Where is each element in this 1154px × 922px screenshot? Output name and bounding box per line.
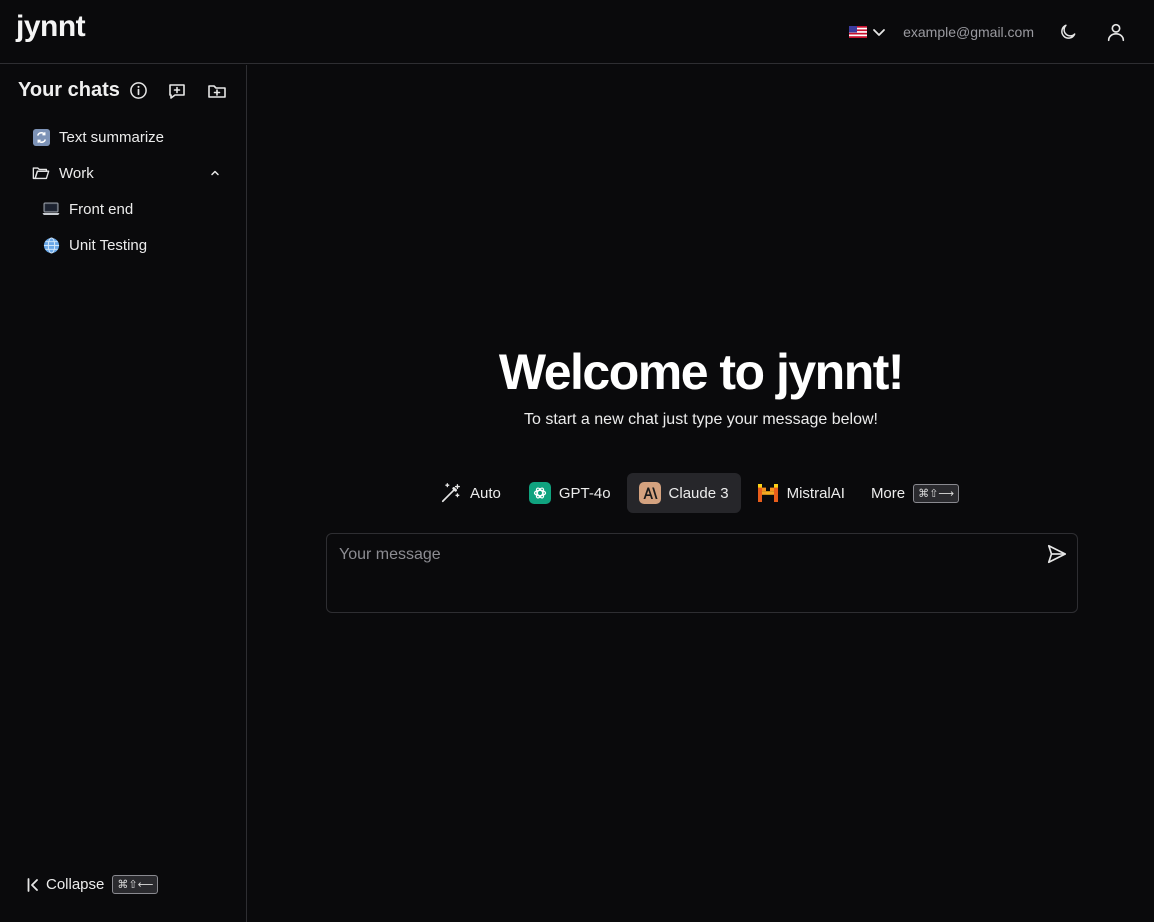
globe-emoji-icon (42, 236, 60, 254)
moon-icon (1061, 24, 1076, 39)
language-selector[interactable] (849, 24, 887, 40)
info-icon (130, 82, 148, 99)
collapse-shortcut-badge: ⌘⇧⟵ (112, 875, 159, 894)
user-profile-button[interactable] (1100, 16, 1132, 48)
openai-icon (528, 482, 551, 504)
new-chat-icon (169, 83, 185, 99)
chat-item-label: Text summarize (59, 128, 165, 146)
model-label: MistralAI (786, 484, 845, 502)
chevron-up-icon[interactable] (209, 167, 221, 179)
info-button[interactable] (128, 80, 150, 102)
new-chat-button[interactable] (166, 80, 188, 102)
user-icon (1107, 23, 1125, 42)
main-content: Welcome to jynnt! To start a new chat ju… (248, 65, 1154, 922)
model-label: More (870, 484, 906, 502)
user-email: example@gmail.com (903, 24, 1034, 40)
anthropic-icon (638, 482, 661, 504)
model-claude-3-button[interactable]: Claude 3 (626, 473, 741, 513)
us-flag-icon (849, 26, 868, 38)
theme-toggle-button[interactable] (1052, 16, 1084, 48)
welcome-subtitle: To start a new chat just type your messa… (524, 411, 878, 428)
sidebar-title: Your chats (18, 79, 120, 101)
chat-item-label: Front end (69, 200, 134, 218)
new-folder-button[interactable] (206, 80, 228, 102)
collapse-label: Collapse (46, 876, 105, 893)
model-gpt-4o-button[interactable]: GPT-4o (517, 473, 623, 513)
chat-item-unit-testing[interactable]: Unit Testing (24, 227, 229, 263)
model-selector: Auto GPT-4o Claude 3 MistralAI More ⌘⇧⟶ (428, 473, 975, 513)
laptop-emoji-icon (42, 200, 60, 218)
app-logo[interactable]: jynnt (16, 10, 86, 44)
message-input-container (326, 533, 1078, 613)
model-auto-button[interactable]: Auto (428, 473, 513, 513)
collapse-left-icon (27, 877, 38, 892)
sidebar: Your chats Text summarize Work Front end… (0, 65, 247, 922)
magic-wand-icon (440, 482, 462, 504)
model-mistralai-button[interactable]: MistralAI (745, 473, 857, 513)
chat-item-front-end[interactable]: Front end (24, 191, 229, 227)
chevron-down-icon (873, 29, 885, 36)
model-label: GPT-4o (558, 484, 611, 502)
model-label: Claude 3 (668, 484, 729, 502)
folder-icon (32, 164, 50, 182)
arrows-emoji-icon (32, 128, 50, 146)
folder-plus-icon (208, 84, 226, 98)
welcome-heading: Welcome to jynnt! (498, 344, 905, 400)
sidebar-header: Your chats (18, 79, 228, 102)
top-bar: jynnt example@gmail.com (0, 0, 1154, 64)
chat-item-text-summarize[interactable]: Text summarize (24, 119, 229, 155)
send-icon (1047, 544, 1067, 564)
more-shortcut-badge: ⌘⇧⟶ (913, 483, 960, 503)
more-models-button[interactable]: More ⌘⇧⟶ (861, 473, 971, 513)
chat-item-label: Unit Testing (69, 236, 148, 254)
folder-item-work[interactable]: Work (24, 155, 229, 191)
collapse-sidebar-button[interactable]: Collapse ⌘⇧⟵ (26, 875, 159, 894)
send-button[interactable] (1045, 542, 1069, 566)
message-input[interactable] (327, 534, 1027, 612)
chat-list: Text summarize Work Front end Unit Testi… (24, 119, 229, 263)
folder-item-label: Work (59, 164, 94, 182)
mistral-icon (757, 482, 779, 504)
top-bar-actions: example@gmail.com (849, 0, 1154, 64)
model-label: Auto (470, 484, 501, 502)
